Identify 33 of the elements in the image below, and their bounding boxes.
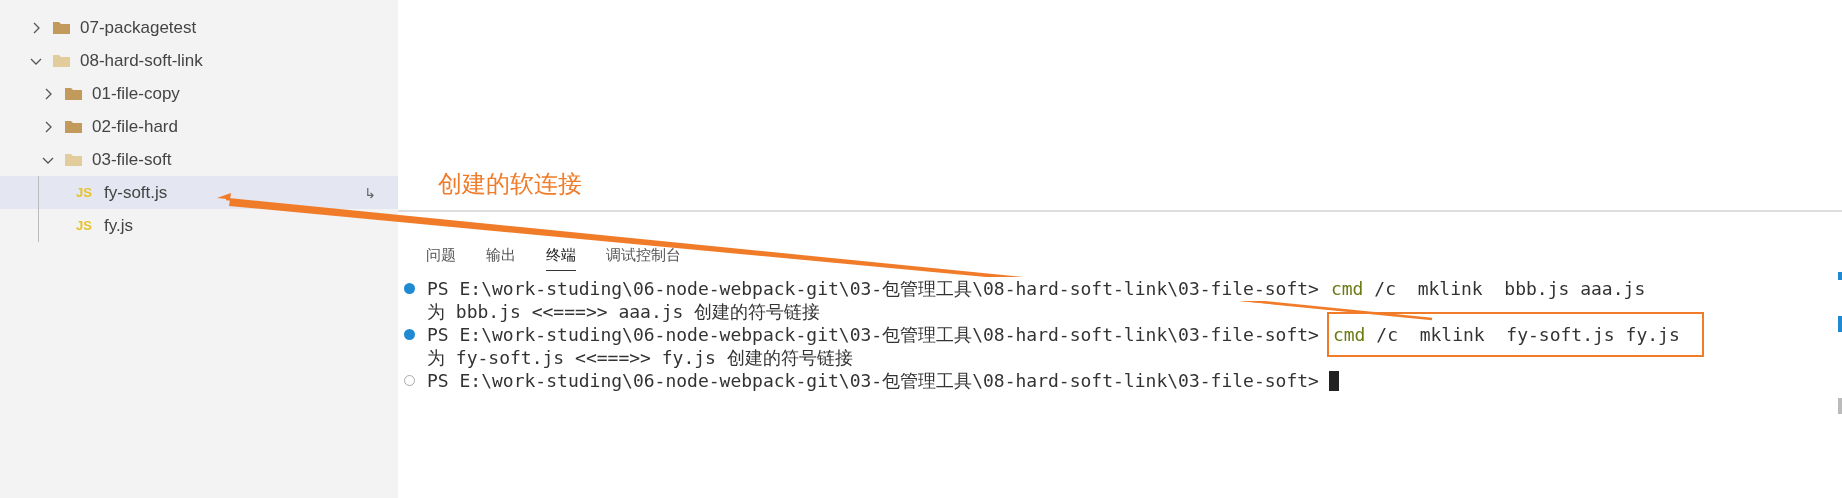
tree-item[interactable]: 07-packagetest bbox=[0, 11, 398, 44]
item-label: 08-hard-soft-link bbox=[80, 50, 203, 71]
tree-item[interactable]: JS fy.js bbox=[0, 209, 398, 242]
annotation-text: 创建的软连接 bbox=[438, 170, 582, 198]
folder-icon bbox=[64, 85, 84, 102]
item-label: fy.js bbox=[104, 215, 133, 236]
tree-item[interactable]: 08-hard-soft-link bbox=[0, 44, 398, 77]
command-text: cmd /c mklink bbb.js aaa.js bbox=[1330, 278, 1646, 299]
js-file-icon: JS bbox=[76, 218, 96, 233]
folder-icon bbox=[52, 52, 72, 69]
tree-item[interactable]: JS fy-soft.js ↳ bbox=[0, 176, 398, 209]
tree-item[interactable]: 01-file-copy bbox=[0, 77, 398, 110]
tree-item[interactable]: 03-file-soft bbox=[0, 143, 398, 176]
panel-tab[interactable]: 问题 bbox=[426, 246, 456, 271]
item-label: fy-soft.js bbox=[104, 182, 168, 203]
scroll-marker bbox=[1838, 398, 1842, 414]
symlink-indicator: ↳ bbox=[364, 184, 376, 201]
folder-icon bbox=[64, 118, 84, 135]
item-label: 01-file-copy bbox=[92, 83, 180, 104]
tree-item[interactable]: 02-file-hard bbox=[0, 110, 398, 143]
panel-tab[interactable]: 终端 bbox=[546, 246, 576, 271]
item-label: 03-file-soft bbox=[92, 149, 172, 170]
folder-icon bbox=[52, 19, 72, 36]
scroll-marker bbox=[1838, 316, 1842, 332]
command-text: cmd /c mklink fy-soft.js fy.js bbox=[1326, 312, 1704, 357]
item-label: 07-packagetest bbox=[80, 17, 197, 38]
panel-tab[interactable]: 输出 bbox=[486, 246, 516, 271]
panel-tab[interactable]: 调试控制台 bbox=[606, 246, 681, 271]
item-label: 02-file-hard bbox=[92, 116, 178, 137]
js-file-icon: JS bbox=[76, 185, 96, 200]
folder-icon bbox=[64, 151, 84, 168]
prompt-text: PS E:\work-studing\06-node-webpack-git\03-包管理工具\08-hard-soft-link\03-file-soft> bbox=[427, 276, 1319, 301]
scroll-marker bbox=[1838, 272, 1842, 280]
